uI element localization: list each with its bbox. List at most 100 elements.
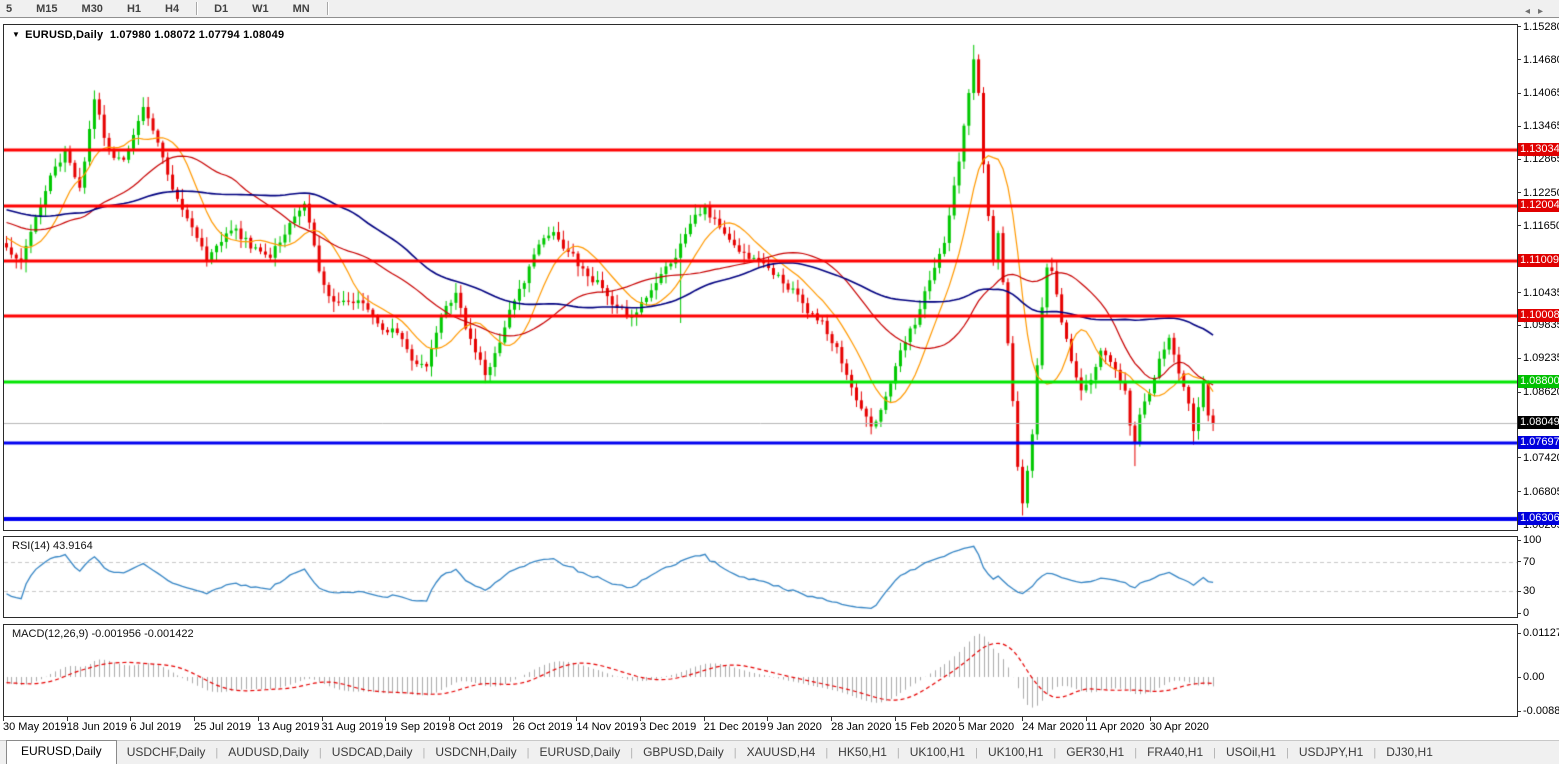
chart-tab-dj30-h1[interactable]: DJ30,H1: [1376, 742, 1443, 764]
rsi-axis-tick-mark: [1517, 613, 1521, 614]
date-axis-label: 26 Oct 2019: [513, 721, 573, 733]
timeframe-button-h4[interactable]: H4: [153, 1, 191, 17]
rsi-axis-label: 70: [1523, 556, 1535, 568]
chart-tab-gbpusd-daily[interactable]: GBPUSD,Daily: [633, 742, 734, 764]
timeframe-button-m30[interactable]: M30: [70, 1, 115, 17]
macd-canvas[interactable]: [4, 625, 1517, 714]
scroll-right-icon[interactable]: ▸: [1538, 6, 1551, 17]
price-axis-tick-mark: [1517, 26, 1521, 27]
rsi-axis-tick-mark: [1517, 561, 1521, 562]
chart-tab-ger30-h1[interactable]: GER30,H1: [1056, 742, 1134, 764]
rsi-axis-label: 0: [1523, 607, 1529, 619]
price-axis-tick-mark: [1517, 93, 1521, 94]
timeframe-button-mn[interactable]: MN: [281, 1, 322, 17]
mt4-window: 5M15M30H1H4 D1W1MN ▼ EURUSD,Daily 1.07980 …: [0, 0, 1559, 763]
date-axis-label: 30 Apr 2020: [1150, 721, 1209, 733]
price-axis-tick-mark: [1517, 457, 1521, 458]
toolbar-divider: [196, 2, 197, 15]
date-axis-label: 15 Feb 2020: [895, 721, 957, 733]
chart-tab-eurusd-daily[interactable]: EURUSD,Daily: [6, 740, 117, 764]
date-axis-label: 3 Dec 2019: [640, 721, 696, 733]
price-axis-tick-mark: [1517, 192, 1521, 193]
price-axis-label: 1.12250: [1523, 187, 1559, 199]
chart-tab-hk50-h1[interactable]: HK50,H1: [828, 742, 897, 764]
current-price-badge: 1.08049: [1518, 416, 1559, 429]
price-pane: ▼ EURUSD,Daily 1.07980 1.08072 1.07794 1.…: [3, 24, 1518, 531]
tab-scroll-arrows[interactable]: ◂▸: [1525, 6, 1551, 17]
macd-label: MACD(12,26,9) -0.001956 -0.001422: [12, 628, 194, 640]
timeframe-toolbar: 5M15M30H1H4 D1W1MN: [0, 0, 1559, 18]
chart-tab-usdchf-daily[interactable]: USDCHF,Daily: [117, 742, 216, 764]
date-axis-label: 5 Mar 2020: [959, 721, 1015, 733]
price-axis-tick-mark: [1517, 392, 1521, 393]
rsi-pane: RSI(14) 43.9164: [3, 536, 1518, 618]
price-axis-label: 1.15280: [1523, 21, 1559, 33]
price-axis-label: 1.06805: [1523, 486, 1559, 498]
toolbar-divider: [327, 2, 328, 15]
symbol-period-label: EURUSD,Daily: [25, 29, 103, 41]
level-price-badge: 1.10008: [1518, 309, 1559, 322]
rsi-axis-tick-mark: [1517, 591, 1521, 592]
timeframe-button-5[interactable]: 5: [0, 1, 24, 17]
price-axis-tick-mark: [1517, 325, 1521, 326]
date-axis-label: 18 Jun 2019: [67, 721, 128, 733]
rsi-canvas[interactable]: [4, 537, 1517, 615]
chart-title: ▼ EURUSD,Daily 1.07980 1.08072 1.07794 1.…: [12, 29, 284, 41]
level-price-badge: 1.06306: [1518, 512, 1559, 525]
date-axis-label: 9 Jan 2020: [767, 721, 821, 733]
level-price-badge: 1.13034: [1518, 143, 1559, 156]
price-axis-label: 1.10435: [1523, 287, 1559, 299]
chart-tab-usdcad-daily[interactable]: USDCAD,Daily: [322, 742, 423, 764]
price-chart-canvas[interactable]: [4, 25, 1517, 530]
date-axis-label: 14 Nov 2019: [576, 721, 638, 733]
price-axis-tick-mark: [1517, 59, 1521, 60]
date-axis-label: 30 May 2019: [3, 721, 67, 733]
level-price-badge: 1.12004: [1518, 199, 1559, 212]
scroll-left-icon[interactable]: ◂: [1525, 6, 1538, 17]
chart-tab-fra40-h1[interactable]: FRA40,H1: [1137, 742, 1213, 764]
rsi-label: RSI(14) 43.9164: [12, 540, 93, 552]
date-axis-label: 6 Jul 2019: [130, 721, 181, 733]
price-axis-label: 1.13465: [1523, 120, 1559, 132]
level-price-badge: 1.08800: [1518, 375, 1559, 388]
price-axis-tick-mark: [1517, 292, 1521, 293]
level-price-badge: 1.07697: [1518, 436, 1559, 449]
price-axis-tick-mark: [1517, 126, 1521, 127]
rsi-axis-label: 30: [1523, 585, 1535, 597]
date-axis: 30 May 201918 Jun 20196 Jul 2019 25 Jul 2…: [0, 717, 1516, 740]
macd-axis-tick-mark: [1517, 711, 1521, 712]
price-axis-label: 1.11650: [1523, 220, 1559, 232]
date-axis-label: 8 Oct 2019: [449, 721, 503, 733]
price-axis: 1.152801.146801.140651.134651.128651.122…: [1517, 0, 1559, 740]
macd-axis-label: 0.011277: [1523, 627, 1559, 639]
symbol-dropdown-icon[interactable]: ▼: [12, 30, 20, 39]
chart-tab-xauusd-h4[interactable]: XAUUSD,H4: [737, 742, 826, 764]
price-axis-label: 1.14065: [1523, 87, 1559, 99]
price-axis-tick-mark: [1517, 358, 1521, 359]
macd-axis-label: -0.00884: [1523, 705, 1559, 717]
macd-axis-tick-mark: [1517, 677, 1521, 678]
price-axis-label: 1.14680: [1523, 54, 1559, 66]
date-axis-label: 19 Sep 2019: [385, 721, 447, 733]
date-axis-label: 31 Aug 2019: [322, 721, 384, 733]
timeframe-button-h1[interactable]: H1: [115, 1, 153, 17]
macd-axis-label: 0.00: [1523, 671, 1544, 683]
timeframe-button-d1[interactable]: D1: [202, 1, 240, 17]
price-axis-tick-mark: [1517, 159, 1521, 160]
ohlc-values: 1.07980 1.08072 1.07794 1.08049: [110, 29, 284, 41]
chart-tab-eurusd-daily[interactable]: EURUSD,Daily: [530, 742, 631, 764]
level-price-badge: 1.11009: [1518, 254, 1559, 267]
chart-tab-usdjpy-h1[interactable]: USDJPY,H1: [1289, 742, 1373, 764]
date-axis-label: 24 Mar 2020: [1022, 721, 1084, 733]
macd-axis-tick-mark: [1517, 633, 1521, 634]
timeframe-button-w1[interactable]: W1: [240, 1, 281, 17]
price-axis-tick-mark: [1517, 225, 1521, 226]
chart-tab-usdcnh-daily[interactable]: USDCNH,Daily: [425, 742, 526, 764]
timeframe-button-m15[interactable]: M15: [24, 1, 69, 17]
chart-tab-usoil-h1[interactable]: USOil,H1: [1216, 742, 1286, 764]
chart-tab-audusd-daily[interactable]: AUDUSD,Daily: [218, 742, 319, 764]
date-axis-label: 25 Jul 2019: [194, 721, 251, 733]
price-axis-label: 1.09235: [1523, 352, 1559, 364]
chart-tab-uk100-h1[interactable]: UK100,H1: [900, 742, 975, 764]
chart-tab-uk100-h1[interactable]: UK100,H1: [978, 742, 1053, 764]
